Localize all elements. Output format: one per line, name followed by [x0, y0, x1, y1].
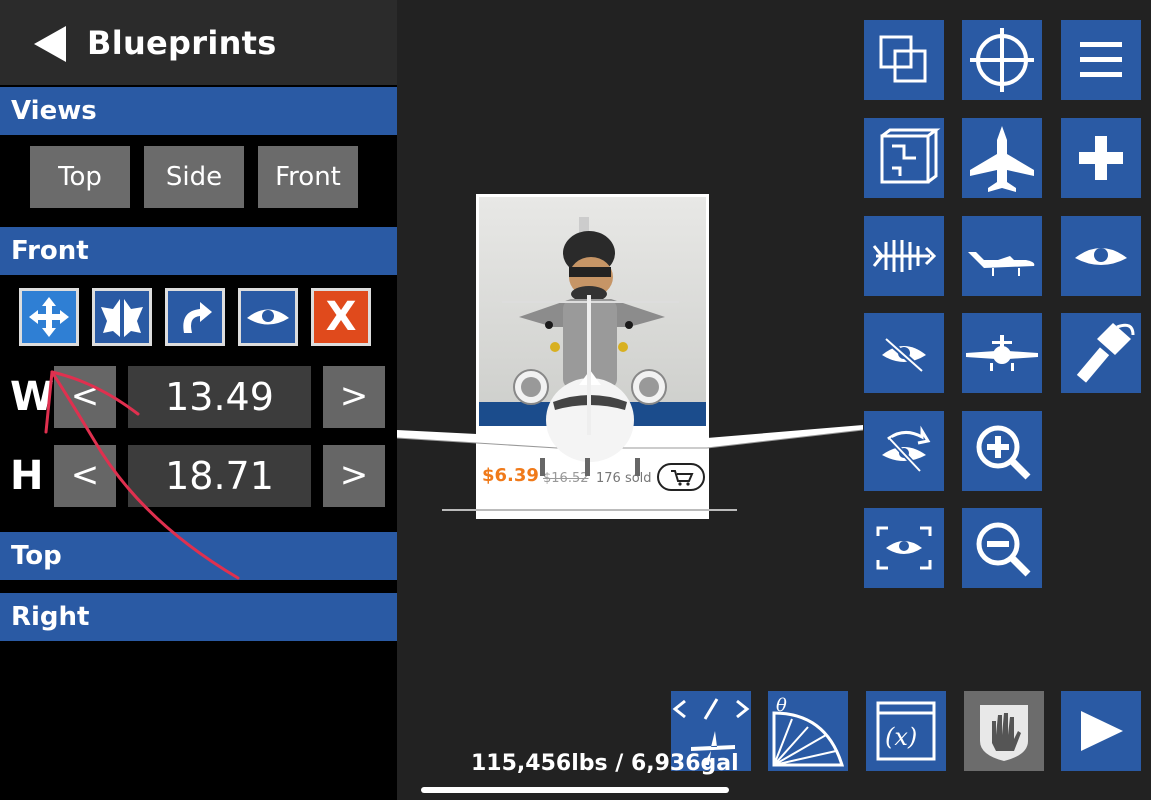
grid-button-zoom-out[interactable]: [962, 508, 1042, 588]
home-indicator[interactable]: [421, 787, 729, 793]
height-increase-button[interactable]: >: [323, 445, 385, 507]
bottom-button-variables[interactable]: (x): [866, 691, 946, 771]
view-front-button[interactable]: Front: [258, 146, 358, 208]
grid-button-hide[interactable]: [864, 313, 944, 393]
plus-icon: [1079, 136, 1123, 180]
visibility-tool-button[interactable]: [238, 288, 298, 346]
width-label: W: [10, 374, 55, 420]
move-tool-button[interactable]: [19, 288, 79, 346]
svg-text:θ: θ: [776, 695, 787, 716]
blueprint-icon: [880, 128, 941, 184]
height-label: H: [10, 453, 44, 499]
grid-button-menu[interactable]: [1061, 20, 1141, 100]
angle-icon: θ: [772, 695, 845, 767]
delete-button[interactable]: X: [311, 288, 371, 346]
grid-button-add-part[interactable]: [1061, 118, 1141, 198]
height-decrease-button[interactable]: <: [54, 445, 116, 507]
mirror-icon: [101, 299, 143, 337]
grid-button-view[interactable]: [1061, 216, 1141, 296]
fishbone-icon: [872, 240, 937, 272]
grid-button-aircraft-side[interactable]: [962, 216, 1042, 296]
width-increase-button[interactable]: >: [323, 366, 385, 428]
variable-icon: (x): [876, 701, 936, 761]
section-front[interactable]: Front: [0, 227, 397, 275]
play-button[interactable]: [1061, 691, 1141, 771]
panel-header: Blueprints: [0, 0, 397, 85]
back-button[interactable]: [30, 24, 70, 64]
section-top-label: Top: [11, 541, 62, 571]
mirror-tool-button[interactable]: [92, 288, 152, 346]
grid-button-zoom-in[interactable]: [962, 411, 1042, 491]
aircraft-model: [397, 295, 864, 511]
move-icon: [29, 297, 69, 337]
section-views-label: Views: [11, 96, 97, 126]
paint-icon: [1076, 323, 1135, 383]
plane-front-icon: [966, 335, 1038, 371]
rotate-icon: [183, 302, 212, 333]
grid-button-aircraft-top[interactable]: [962, 118, 1042, 198]
menu-icon: [1080, 42, 1122, 77]
svg-text:(x): (x): [885, 723, 917, 751]
view-top-button[interactable]: Top: [30, 146, 130, 208]
eye-swap-icon: [882, 425, 931, 473]
rotate-tool-button[interactable]: [165, 288, 225, 346]
jet-side-icon: [968, 252, 1035, 276]
crosshair-icon: [970, 28, 1034, 92]
width-value[interactable]: 13.49: [128, 366, 311, 428]
view-frame-icon: [876, 526, 932, 570]
jet-top-icon: [970, 126, 1034, 192]
panel-title: Blueprints: [87, 24, 277, 62]
bottom-button-touch[interactable]: [964, 691, 1044, 771]
eye-icon: [1075, 248, 1127, 265]
section-views[interactable]: Views: [0, 87, 397, 135]
section-right-label: Right: [11, 602, 90, 632]
height-value[interactable]: 18.71: [128, 445, 311, 507]
grid-button-paint[interactable]: [1061, 313, 1141, 393]
grid-button-structure[interactable]: [864, 216, 944, 296]
grid-button-layers[interactable]: [864, 20, 944, 100]
blueprint-panel: Blueprints Views Top Side Front Front X …: [0, 0, 397, 800]
zoom-out-icon: [976, 522, 1031, 577]
grid-button-toggle-visibility[interactable]: [864, 411, 944, 491]
delete-label: X: [325, 294, 357, 340]
section-right[interactable]: Right: [0, 593, 397, 641]
grid-button-frame-view[interactable]: [864, 508, 944, 588]
touch-icon: [980, 705, 1028, 761]
eye-hidden-icon: [882, 336, 926, 374]
grid-button-blueprint[interactable]: [864, 118, 944, 198]
grid-button-aircraft-front[interactable]: [962, 313, 1042, 393]
eye-icon: [247, 309, 289, 325]
weight-fuel-readout: 115,456lbs / 6,936gal: [471, 751, 739, 776]
view-side-button[interactable]: Side: [144, 146, 244, 208]
grid-button-center[interactable]: [962, 20, 1042, 100]
back-arrow-icon: [34, 26, 66, 62]
width-decrease-button[interactable]: <: [54, 366, 116, 428]
zoom-in-icon: [976, 425, 1031, 480]
section-front-label: Front: [11, 236, 89, 266]
bottom-button-angle[interactable]: θ: [768, 691, 848, 771]
section-top[interactable]: Top: [0, 532, 397, 580]
layers-icon: [879, 35, 927, 83]
play-icon: [1081, 711, 1123, 751]
